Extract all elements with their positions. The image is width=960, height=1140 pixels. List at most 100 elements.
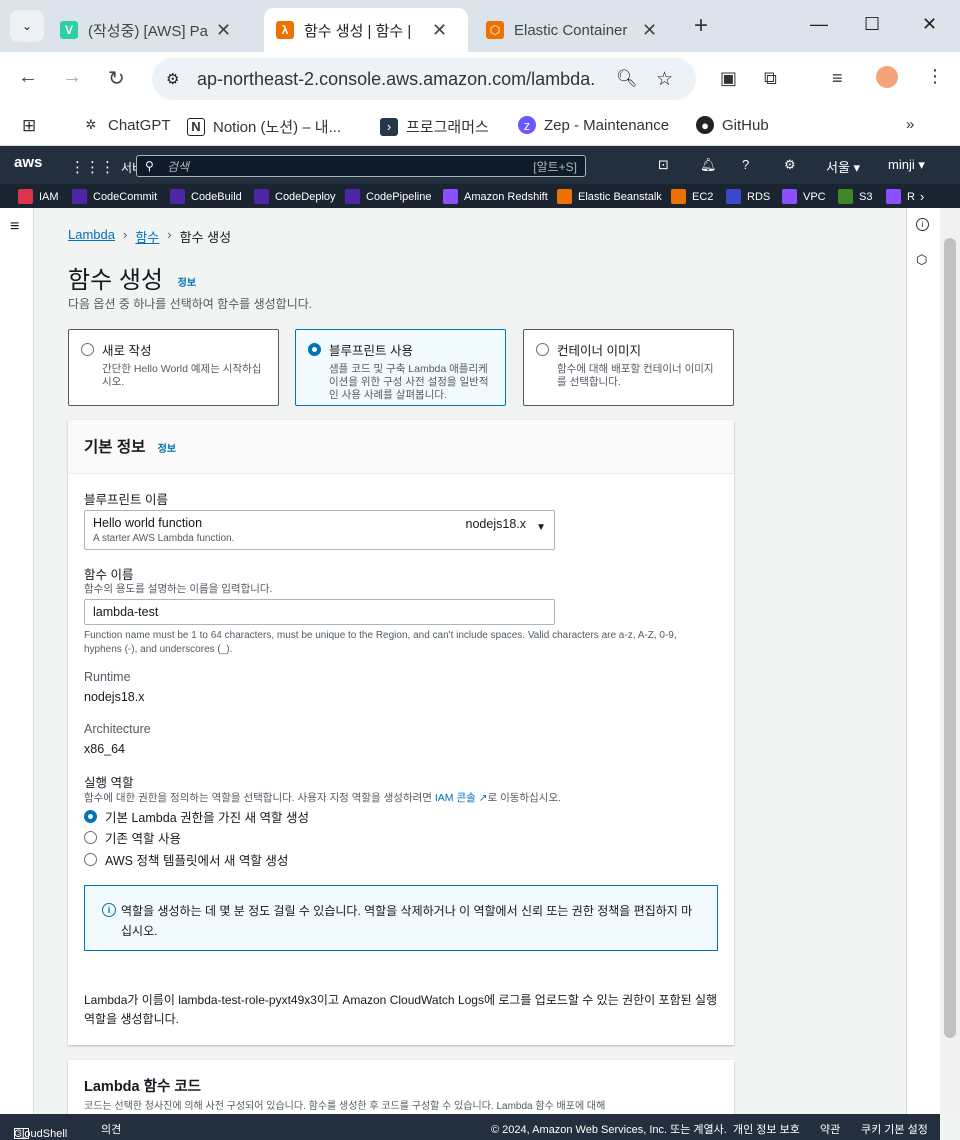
media-icon[interactable]: ≡ [832,68,843,89]
breadcrumb-functions[interactable]: 함수 [135,227,159,246]
fav-redshift[interactable]: Amazon Redshift [443,189,548,204]
gear-icon[interactable]: ⚙ [784,157,796,173]
chatgpt-icon: ✲ [85,117,97,132]
grid-icon: ⋮⋮⋮ [70,159,115,176]
address-bar[interactable]: ⚙ ap-northeast-2.console.aws.amazon.com/… [152,58,696,100]
chevron-right-icon[interactable]: › [920,189,924,204]
bookmark-zep[interactable]: z Zep - Maintenance [518,116,669,134]
privacy-link[interactable]: 개인 정보 보호 [733,1121,800,1137]
fav-codepipeline[interactable]: CodePipeline [345,189,431,204]
help-icon[interactable]: ? [742,157,749,172]
info-link[interactable]: 정보 [158,444,176,455]
fav-s3[interactable]: S3 [838,189,872,204]
role-option-template[interactable]: AWS 정책 템플릿에서 새 역할 생성 [84,850,288,869]
ecs-icon: ⬡ [486,21,504,39]
caret-down-icon: ▼ [536,522,546,533]
radio[interactable] [84,831,97,844]
close-icon[interactable]: ✕ [216,20,231,41]
role-option-new[interactable]: 기본 Lambda 권한을 가진 새 역할 생성 [84,807,309,826]
zoom-icon[interactable]: 🔍︎ [616,69,638,89]
maximize-icon[interactable]: ☐ [864,14,880,35]
forward-icon[interactable]: → [62,66,82,89]
execution-role-desc: 함수에 대한 권한을 정의하는 역할을 선택합니다. 사용자 지정 역할을 생성… [84,792,561,804]
bookmark-github[interactable]: ● GitHub [696,116,769,134]
info-link[interactable]: 정보 [178,278,196,289]
tab-1[interactable]: V (작성중) [AWS] Pa ✕ [48,8,258,52]
execution-role-label: 실행 역할 [84,776,134,790]
copyright-text: © 2024, Amazon Web Services, Inc. 또는 계열사… [491,1124,727,1136]
option-author-from-scratch[interactable]: 새로 작성 간단한 Hello World 예제는 시작하십시오. [68,329,279,406]
fav-ec2[interactable]: EC2 [671,189,713,204]
architecture-label: Architecture [84,722,151,736]
role-note: Lambda가 이름이 lambda-test-role-pyxt49x3이고 … [84,993,718,1026]
fav-rds[interactable]: RDS [726,189,770,204]
blueprint-label: 블루프린트 이름 [84,493,168,507]
radio[interactable] [84,853,97,866]
external-link-icon: ↗ [475,792,488,804]
profile-avatar[interactable] [876,66,898,88]
iam-console-link[interactable]: IAM 콘솔 [435,792,476,804]
github-icon: ● [696,116,714,134]
hamburger-icon[interactable]: ≡ [10,218,19,236]
option-use-blueprint[interactable]: 블루프린트 사용 샘플 코드 및 구축 Lambda 애플리케이션을 위한 구성… [295,329,506,406]
terms-link[interactable]: 약관 [820,1121,840,1137]
aws-logo[interactable]: aws [14,154,42,171]
cookies-link[interactable]: 쿠키 기본 설정 [861,1121,928,1137]
star-icon[interactable]: ☆ [656,68,673,91]
right-rail: i ⬡ [906,208,940,1114]
breadcrumb-lambda[interactable]: Lambda [68,227,115,246]
page-title: 함수 생성 정보 [68,267,197,294]
extension-icon[interactable]: ▣ [720,68,737,89]
tab-3[interactable]: ⬡ Elastic Container ✕ [474,8,684,52]
menu-icon[interactable]: ⋮ [926,66,944,87]
notion-icon: N [187,117,205,136]
search-input[interactable]: ⚲ 검색 [알트+S] [136,155,586,177]
fav-codecommit[interactable]: CodeCommit [72,189,157,204]
role-option-existing[interactable]: 기존 역할 사용 [84,828,181,847]
radio[interactable] [536,343,549,356]
fav-iam[interactable]: IAM [18,189,59,204]
panel-header: 기본 정보 정보 [68,420,734,474]
more-bookmarks-icon[interactable]: » [906,116,914,133]
function-name-hint: Function name must be 1 to 64 characters… [84,630,677,655]
function-name-input[interactable]: lambda-test [84,599,555,625]
window-close-icon[interactable]: ✕ [922,14,937,35]
user-menu[interactable]: minji ▾ [888,157,925,173]
apps-icon[interactable]: ⊞ [22,116,36,136]
lambda-icon: λ [276,21,294,39]
fav-codebuild[interactable]: CodeBuild [170,189,242,204]
feedback-link[interactable]: 의견 [101,1121,121,1137]
radio[interactable] [81,343,94,356]
scrollbar-thumb[interactable] [944,238,956,1038]
site-info-icon[interactable]: ⚙ [166,70,179,88]
option-container-image[interactable]: 컨테이너 이미지 함수에 대해 배포할 컨테이너 이미지를 선택합니다. [523,329,734,406]
scrollbar[interactable] [940,208,960,1114]
close-icon[interactable]: ✕ [432,20,447,41]
new-tab-button[interactable]: + [694,12,708,40]
breadcrumb: Lambda › 함수 › 함수 생성 [68,227,231,246]
bookmark-chatgpt[interactable]: ✲ ChatGPT [82,116,171,134]
minimize-icon[interactable]: — [810,14,828,35]
feedback-icon[interactable]: ⬡ [916,252,927,268]
bell-icon[interactable]: 🔔︎ [700,157,717,173]
code-panel-desc: 코드는 선택한 청사진에 의해 사전 구성되어 있습니다. 함수를 생성한 후 … [84,1101,606,1112]
info-panel-icon[interactable]: i [916,218,929,231]
fav-beanstalk[interactable]: Elastic Beanstalk [557,189,662,204]
fav-vpc[interactable]: VPC [782,189,826,204]
bookmark-notion[interactable]: N Notion (노션) – 내... [187,116,341,137]
url-text[interactable]: ap-northeast-2.console.aws.amazon.com/la… [197,69,597,90]
fav-codedeploy[interactable]: CodeDeploy [254,189,336,204]
blueprint-select[interactable]: Hello world function nodejs18.x ▼ A star… [84,510,555,550]
radio[interactable] [84,810,97,823]
puzzle-icon[interactable]: ⧉ [764,68,777,89]
region-selector[interactable]: 서울 ▾ [826,157,860,176]
close-icon[interactable]: ✕ [642,20,657,41]
tab-search-button[interactable]: ⌄ [10,10,44,42]
reload-icon[interactable]: ↻ [108,66,125,91]
bookmark-programmers[interactable]: › 프로그래머스 [380,116,489,137]
cloudshell-icon[interactable]: ⊡ [658,157,669,173]
tab-2[interactable]: λ 함수 생성 | 함수 | ✕ [264,8,468,52]
fav-more[interactable]: R [886,189,915,204]
radio[interactable] [308,343,321,356]
back-icon[interactable]: ← [18,66,38,89]
